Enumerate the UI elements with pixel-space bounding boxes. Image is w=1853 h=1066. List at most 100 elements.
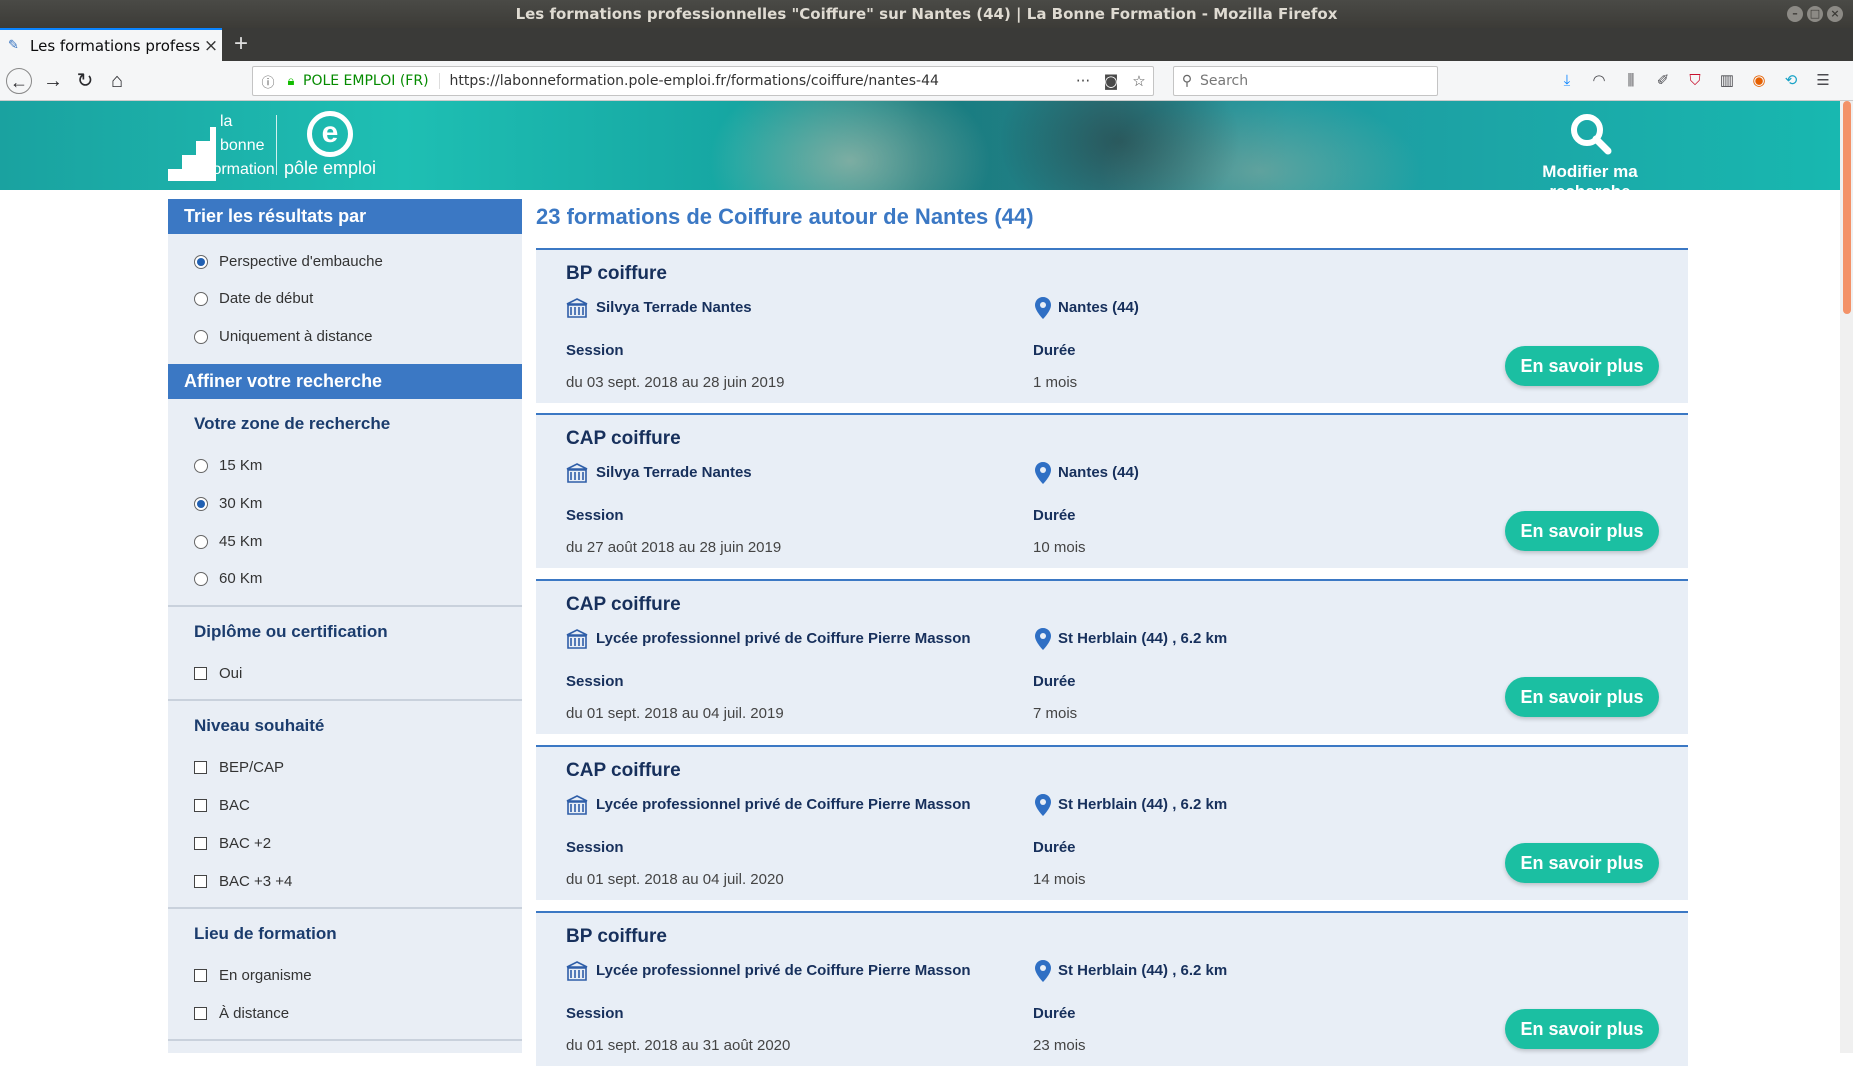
- shield-icon[interactable]: ⛉: [1683, 69, 1707, 93]
- divider: [168, 699, 522, 701]
- browser-tab[interactable]: ✎ Les formations professi ×: [0, 28, 222, 61]
- option-label: 45 Km: [219, 533, 263, 550]
- organization-name: Lycée professionnel privé de Coiffure Pi…: [596, 630, 971, 647]
- sidebar-icon[interactable]: ▥: [1715, 69, 1739, 93]
- extension-icon[interactable]: ◉: [1747, 69, 1771, 93]
- option-label: BAC +2: [219, 835, 272, 852]
- level-option-bac34[interactable]: BAC +3 +4: [194, 873, 292, 890]
- formation-title[interactable]: CAP coiffure: [566, 760, 681, 782]
- level-option-bac[interactable]: BAC: [194, 797, 250, 814]
- level-option-bepcap[interactable]: BEP/CAP: [194, 759, 284, 776]
- zone-option-45[interactable]: 45 Km: [194, 533, 262, 550]
- learn-more-button[interactable]: En savoir plus: [1505, 1009, 1659, 1049]
- learn-more-button[interactable]: En savoir plus: [1505, 511, 1659, 551]
- sort-option-distance[interactable]: Uniquement à distance: [194, 328, 372, 345]
- sort-option-date[interactable]: Date de début: [194, 290, 313, 307]
- building-icon: [566, 961, 588, 981]
- radio[interactable]: [194, 329, 208, 344]
- option-label: BAC +3 +4: [219, 873, 293, 890]
- sync-icon[interactable]: ⟲: [1779, 69, 1803, 93]
- logo-word-formation: formation: [208, 161, 275, 178]
- home-button[interactable]: ⌂: [104, 68, 130, 94]
- new-tab-button[interactable]: +: [228, 31, 254, 57]
- formation-title[interactable]: BP coiffure: [566, 926, 667, 948]
- radio-selected[interactable]: [194, 496, 208, 511]
- radio[interactable]: [194, 571, 208, 586]
- place-option-organisme[interactable]: En organisme: [194, 967, 312, 984]
- window-title: Les formations professionnelles "Coiffur…: [515, 5, 1338, 23]
- tab-close-icon[interactable]: ×: [200, 36, 222, 56]
- search-bar[interactable]: ⚲ Search: [1173, 66, 1438, 96]
- location-text: Nantes (44): [1058, 464, 1139, 481]
- organization-name: Lycée professionnel privé de Coiffure Pi…: [596, 796, 971, 813]
- checkbox[interactable]: [194, 875, 207, 888]
- checkbox[interactable]: [194, 1007, 207, 1020]
- duration-value: 14 mois: [1033, 871, 1086, 888]
- page-scrollbar[interactable]: [1840, 101, 1853, 1053]
- la-bonne-formation-logo[interactable]: la bonne formation: [168, 111, 275, 181]
- downloads-icon[interactable]: ⤓: [1555, 69, 1579, 93]
- refine-heading: Affiner votre recherche: [168, 364, 522, 399]
- learn-more-button[interactable]: En savoir plus: [1505, 677, 1659, 717]
- zone-option-15[interactable]: 15 Km: [194, 457, 262, 474]
- zone-option-30[interactable]: 30 Km: [194, 495, 262, 512]
- building-icon: [566, 795, 588, 815]
- page-actions-icon[interactable]: ···: [1069, 72, 1097, 90]
- eyedropper-icon[interactable]: ✐: [1651, 69, 1675, 93]
- checkbox[interactable]: [194, 837, 207, 850]
- formation-title[interactable]: CAP coiffure: [566, 428, 681, 450]
- location-text: St Herblain (44) , 6.2 km: [1058, 796, 1228, 813]
- pole-emploi-logo[interactable]: e pôle emploi: [280, 111, 380, 181]
- session-label: Session: [566, 673, 624, 690]
- checkbox[interactable]: [194, 667, 207, 680]
- library-icon[interactable]: ⫼: [1619, 69, 1643, 93]
- learn-more-button[interactable]: En savoir plus: [1505, 843, 1659, 883]
- checkbox[interactable]: [194, 969, 207, 982]
- formation-title[interactable]: CAP coiffure: [566, 594, 681, 616]
- radio-selected[interactable]: [194, 254, 208, 269]
- url-bar[interactable]: ⓘ 🔒︎ POLE EMPLOI (FR) https://labonnefor…: [252, 66, 1154, 96]
- lock-icon[interactable]: 🔒︎: [283, 74, 299, 89]
- maximize-icon[interactable]: □: [1807, 6, 1823, 22]
- sort-option-perspective[interactable]: Perspective d'embauche: [194, 253, 383, 270]
- results-title: 23 formations de Coiffure autour de Nant…: [536, 204, 1034, 229]
- bookmark-star-icon[interactable]: ☆: [1125, 72, 1153, 90]
- zone-option-60[interactable]: 60 Km: [194, 570, 262, 587]
- level-option-bac2[interactable]: BAC +2: [194, 835, 271, 852]
- tab-strip: ✎ Les formations professi × +: [0, 28, 1853, 61]
- site-identity[interactable]: POLE EMPLOI (FR): [303, 73, 440, 89]
- formation-title[interactable]: BP coiffure: [566, 263, 667, 285]
- result-card: CAP coiffure Silvya Terrade Nantes Nante…: [536, 413, 1688, 568]
- search-placeholder: Search: [1200, 73, 1249, 89]
- logo-word-la: la: [220, 113, 233, 130]
- learn-more-button[interactable]: En savoir plus: [1505, 346, 1659, 386]
- option-label: En organisme: [219, 967, 312, 984]
- divider: [168, 605, 522, 607]
- diploma-option-yes[interactable]: Oui: [194, 665, 242, 682]
- pocket-icon[interactable]: ◙: [1097, 72, 1125, 90]
- radio[interactable]: [194, 291, 208, 306]
- radio[interactable]: [194, 458, 208, 473]
- checkbox[interactable]: [194, 761, 207, 774]
- session-value: du 01 sept. 2018 au 04 juil. 2020: [566, 871, 784, 888]
- building-icon: [566, 298, 588, 318]
- location-pin-icon: [1035, 297, 1051, 319]
- option-label: Uniquement à distance: [219, 328, 373, 345]
- scroll-thumb[interactable]: [1843, 101, 1851, 314]
- back-button[interactable]: ←: [6, 68, 32, 94]
- result-card: CAP coiffure Lycée professionnel privé d…: [536, 745, 1688, 900]
- url-text[interactable]: https://labonneformation.pole-emploi.fr/…: [450, 73, 1069, 89]
- menu-icon[interactable]: ☰: [1811, 69, 1835, 93]
- modify-search-button[interactable]: Modifier ma recherche: [1500, 107, 1680, 190]
- rss-icon[interactable]: ◠: [1587, 69, 1611, 93]
- session-value: du 01 sept. 2018 au 04 juil. 2019: [566, 705, 784, 722]
- close-window-icon[interactable]: ×: [1827, 6, 1843, 22]
- duration-label: Durée: [1033, 1005, 1076, 1022]
- checkbox[interactable]: [194, 799, 207, 812]
- minimize-icon[interactable]: –: [1787, 6, 1803, 22]
- info-icon[interactable]: ⓘ: [259, 72, 277, 91]
- place-option-distance[interactable]: À distance: [194, 1005, 289, 1022]
- radio[interactable]: [194, 534, 208, 549]
- reload-button[interactable]: ↻: [72, 68, 98, 94]
- forward-button[interactable]: →: [40, 68, 66, 94]
